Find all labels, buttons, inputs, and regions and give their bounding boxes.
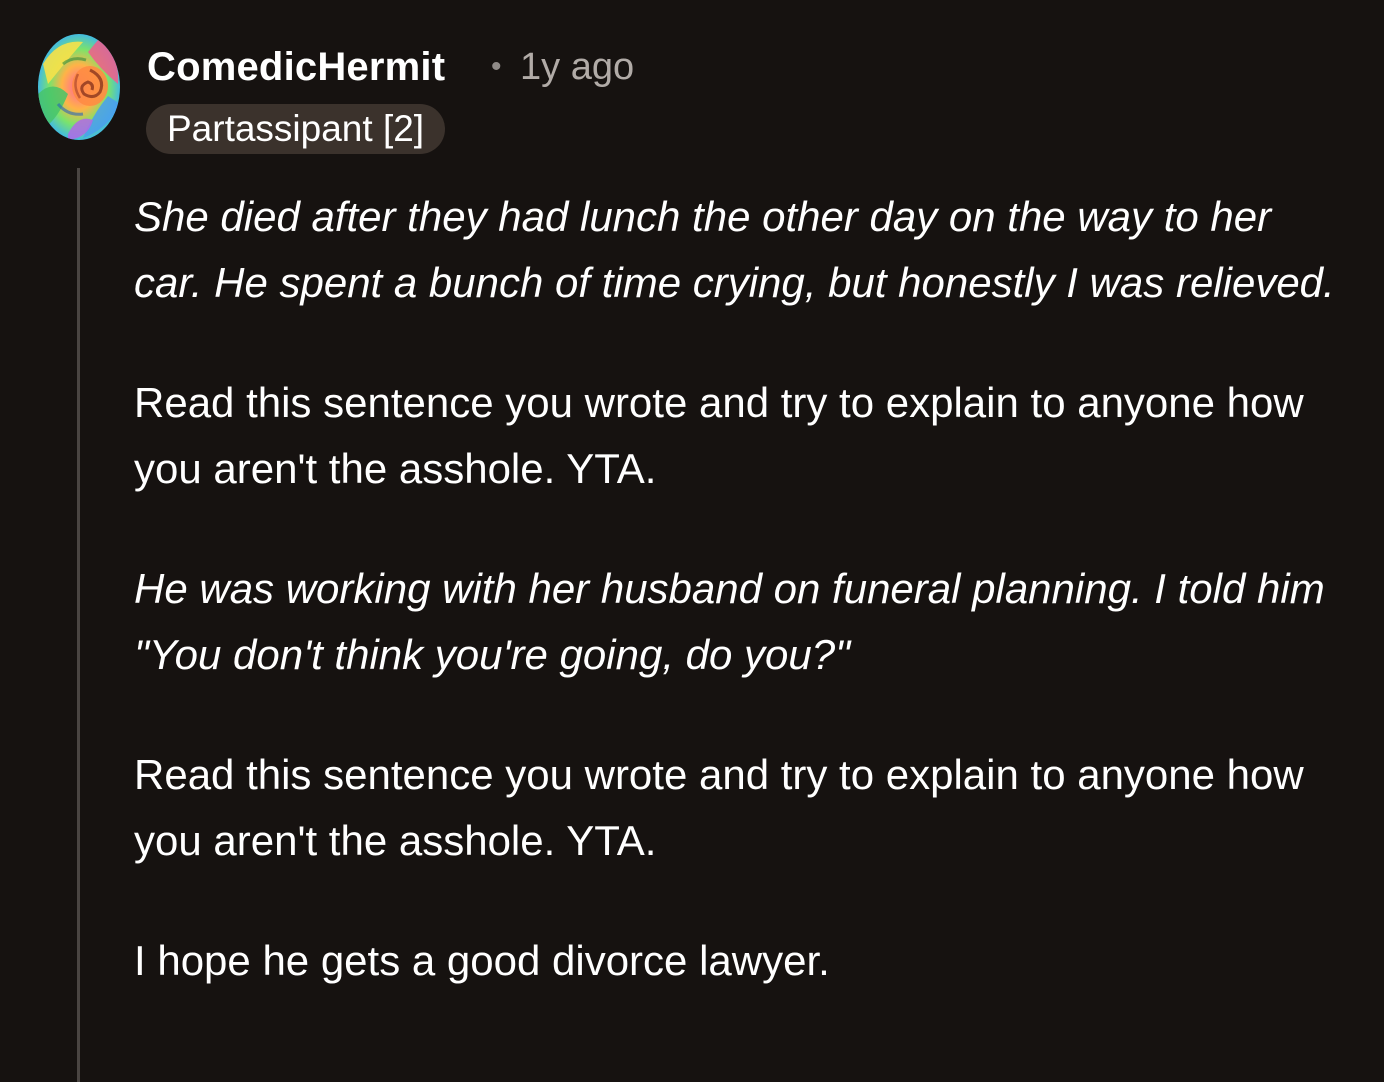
avatar[interactable] — [38, 34, 120, 140]
timestamp[interactable]: 1y ago — [520, 44, 634, 90]
comment-body: She died after they had lunch the other … — [134, 184, 1349, 1048]
comment-paragraph-5: I hope he gets a good divorce lawyer. — [134, 937, 830, 984]
username[interactable]: ComedicHermit — [147, 44, 445, 90]
comment-paragraph-2: Read this sentence you wrote and try to … — [134, 379, 1304, 492]
comment-paragraph-3: He was working with her husband on funer… — [134, 565, 1325, 678]
thread-line[interactable] — [77, 168, 80, 1082]
comment-paragraph-1: She died after they had lunch the other … — [134, 193, 1335, 306]
separator-dot: • — [491, 50, 502, 83]
comment-paragraph-4: Read this sentence you wrote and try to … — [134, 751, 1304, 864]
comment: ComedicHermit • 1y ago Partassipant [2] … — [0, 0, 1384, 1082]
user-flair: Partassipant [2] — [146, 104, 446, 154]
rainbow-rose-avatar-icon — [38, 34, 120, 140]
